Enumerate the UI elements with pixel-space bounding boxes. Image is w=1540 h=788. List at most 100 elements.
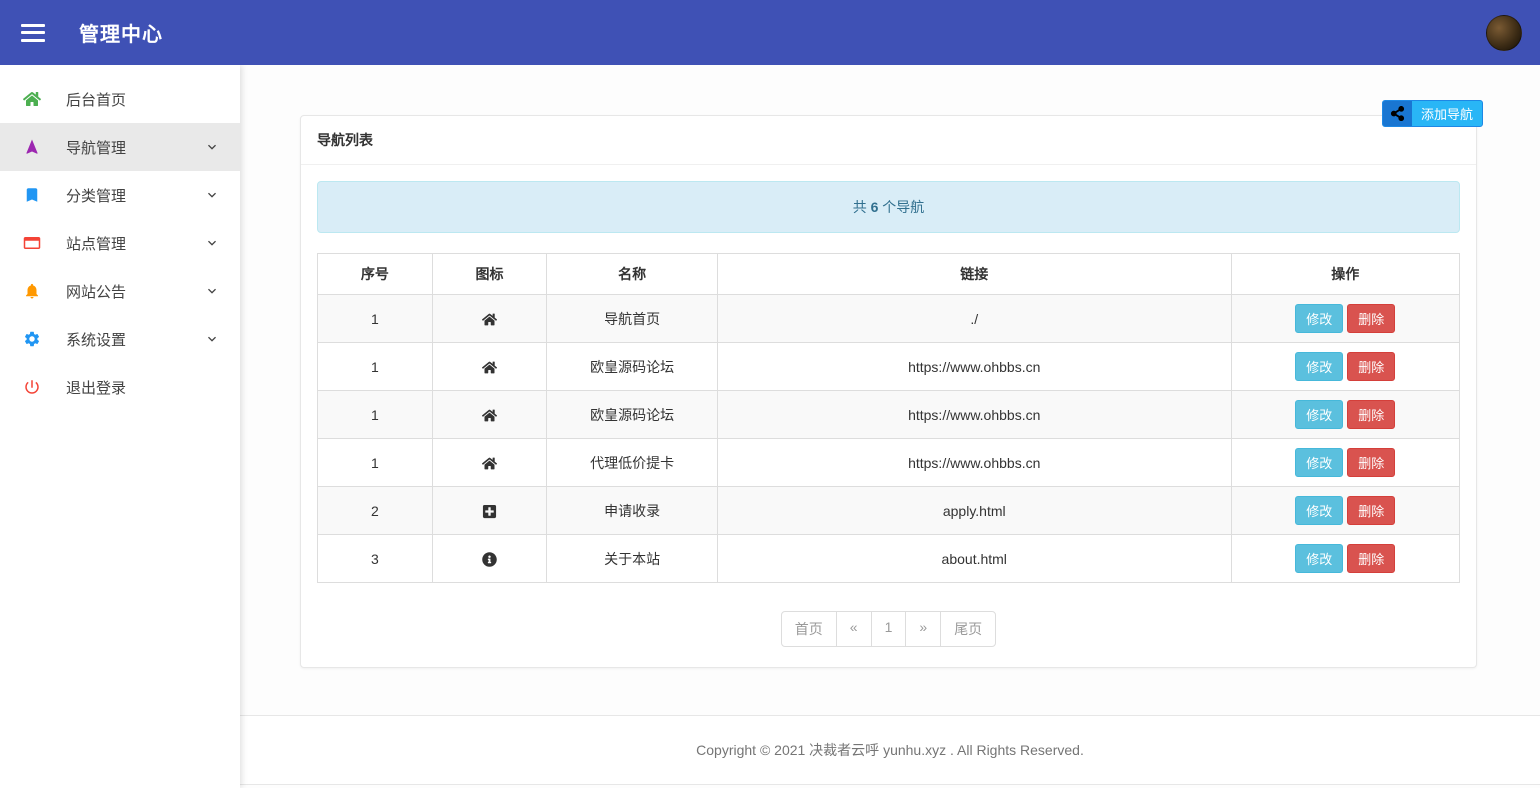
card-title: 导航列表 xyxy=(301,116,1476,165)
row-index: 1 xyxy=(318,439,433,487)
row-name: 代理低价提卡 xyxy=(547,439,718,487)
nav-list-card: 导航列表 共 6 个导航 序号图标名称链接操作 1导航首页./修改删除1欧皇源码… xyxy=(300,115,1477,668)
row-index: 2 xyxy=(318,487,433,535)
user-avatar[interactable] xyxy=(1486,15,1522,51)
pagination-last[interactable]: 尾页 xyxy=(940,611,996,647)
edit-button[interactable]: 修改 xyxy=(1295,496,1343,525)
sidebar-item-logout[interactable]: 退出登录 xyxy=(0,363,240,411)
row-actions: 修改删除 xyxy=(1231,295,1459,343)
sidebar-item-label: 分类管理 xyxy=(66,185,126,206)
table-header-cell: 操作 xyxy=(1231,254,1459,295)
row-link: https://www.ohbbs.cn xyxy=(717,439,1231,487)
pagination-page-1[interactable]: 1 xyxy=(871,611,907,647)
top-bar: 管理中心 xyxy=(0,0,1540,65)
row-actions: 修改删除 xyxy=(1231,487,1459,535)
row-link: apply.html xyxy=(717,487,1231,535)
info-circle-icon xyxy=(482,550,497,566)
page-inner: 导航列表 共 6 个导航 序号图标名称链接操作 1导航首页./修改删除1欧皇源码… xyxy=(240,65,1540,668)
row-index: 1 xyxy=(318,343,433,391)
row-index: 1 xyxy=(318,295,433,343)
home-icon xyxy=(482,358,497,374)
pagination: 首页«1»尾页 xyxy=(317,611,1460,647)
copyright-text: Copyright © 2021 决裁者云呼 yunhu.xyz . All R… xyxy=(240,740,1540,760)
sidebar-item-home[interactable]: 后台首页 xyxy=(0,75,240,123)
table-row: 3关于本站about.html修改删除 xyxy=(318,535,1460,583)
row-actions: 修改删除 xyxy=(1231,391,1459,439)
home-icon xyxy=(482,406,497,422)
sidebar-item-notice[interactable]: 网站公告 xyxy=(0,267,240,315)
edit-button[interactable]: 修改 xyxy=(1295,544,1343,573)
table-header-cell: 序号 xyxy=(318,254,433,295)
row-name: 欧皇源码论坛 xyxy=(547,391,718,439)
chevron-down-icon xyxy=(204,235,220,251)
sidebar-item-label: 导航管理 xyxy=(66,137,126,158)
row-index: 1 xyxy=(318,391,433,439)
home-icon xyxy=(482,454,497,470)
delete-button[interactable]: 删除 xyxy=(1347,352,1395,381)
row-link: ./ xyxy=(717,295,1231,343)
table-header-cell: 名称 xyxy=(547,254,718,295)
sidebar: 后台首页导航管理分类管理站点管理网站公告系统设置退出登录 xyxy=(0,65,240,788)
delete-button[interactable]: 删除 xyxy=(1347,448,1395,477)
edit-button[interactable]: 修改 xyxy=(1295,400,1343,429)
sidebar-item-label: 系统设置 xyxy=(66,329,126,350)
edit-button[interactable]: 修改 xyxy=(1295,304,1343,333)
nav-table: 序号图标名称链接操作 1导航首页./修改删除1欧皇源码论坛https://www… xyxy=(317,253,1460,583)
card-body: 共 6 个导航 序号图标名称链接操作 1导航首页./修改删除1欧皇源码论坛htt… xyxy=(301,165,1476,667)
bell-icon xyxy=(20,282,44,300)
hamburger-menu-icon[interactable] xyxy=(21,24,45,42)
sidebar-item-label: 后台首页 xyxy=(66,89,126,110)
bookmark-icon xyxy=(20,186,44,204)
delete-button[interactable]: 删除 xyxy=(1347,400,1395,429)
row-link: https://www.ohbbs.cn xyxy=(717,343,1231,391)
chevron-down-icon xyxy=(204,331,220,347)
gear-icon xyxy=(20,330,44,348)
table-body: 1导航首页./修改删除1欧皇源码论坛https://www.ohbbs.cn修改… xyxy=(318,295,1460,583)
table-row: 1代理低价提卡https://www.ohbbs.cn修改删除 xyxy=(318,439,1460,487)
edit-button[interactable]: 修改 xyxy=(1295,448,1343,477)
row-icon-cell xyxy=(432,487,547,535)
row-icon-cell xyxy=(432,343,547,391)
row-name: 申请收录 xyxy=(547,487,718,535)
row-name: 欧皇源码论坛 xyxy=(547,343,718,391)
delete-button[interactable]: 删除 xyxy=(1347,544,1395,573)
footer: Copyright © 2021 决裁者云呼 yunhu.xyz . All R… xyxy=(240,715,1540,785)
sidebar-item-category[interactable]: 分类管理 xyxy=(0,171,240,219)
row-icon-cell xyxy=(432,535,547,583)
chevron-down-icon xyxy=(204,139,220,155)
pagination-first[interactable]: 首页 xyxy=(781,611,837,647)
nav-count-alert: 共 6 个导航 xyxy=(317,181,1460,233)
delete-button[interactable]: 删除 xyxy=(1347,496,1395,525)
table-header-cell: 图标 xyxy=(432,254,547,295)
table-row: 1欧皇源码论坛https://www.ohbbs.cn修改删除 xyxy=(318,343,1460,391)
row-icon-cell xyxy=(432,391,547,439)
sidebar-item-settings[interactable]: 系统设置 xyxy=(0,315,240,363)
sidebar-item-site[interactable]: 站点管理 xyxy=(0,219,240,267)
table-row: 2申请收录apply.html修改删除 xyxy=(318,487,1460,535)
row-icon-cell xyxy=(432,295,547,343)
navigation-icon xyxy=(20,138,44,156)
pagination-next[interactable]: » xyxy=(905,611,941,647)
row-actions: 修改删除 xyxy=(1231,343,1459,391)
pagination-prev[interactable]: « xyxy=(836,611,872,647)
sidebar-item-nav[interactable]: 导航管理 xyxy=(0,123,240,171)
alert-prefix: 共 xyxy=(853,199,871,215)
sidebar-item-label: 网站公告 xyxy=(66,281,126,302)
share-icon xyxy=(1383,101,1412,126)
edit-button[interactable]: 修改 xyxy=(1295,352,1343,381)
table-header-row: 序号图标名称链接操作 xyxy=(318,254,1460,295)
window-icon xyxy=(20,234,44,252)
row-name: 关于本站 xyxy=(547,535,718,583)
main-content: 添加导航 导航列表 共 6 个导航 序号图标名称链接操作 1导航首页./修改删除… xyxy=(240,65,1540,788)
sidebar-item-label: 站点管理 xyxy=(66,233,126,254)
delete-button[interactable]: 删除 xyxy=(1347,304,1395,333)
add-nav-button[interactable]: 添加导航 xyxy=(1382,100,1483,127)
power-icon xyxy=(20,378,44,396)
table-row: 1导航首页./修改删除 xyxy=(318,295,1460,343)
plus-square-icon xyxy=(482,502,497,518)
row-icon-cell xyxy=(432,439,547,487)
row-actions: 修改删除 xyxy=(1231,439,1459,487)
home-icon xyxy=(482,310,497,326)
row-actions: 修改删除 xyxy=(1231,535,1459,583)
app-title: 管理中心 xyxy=(79,18,163,47)
